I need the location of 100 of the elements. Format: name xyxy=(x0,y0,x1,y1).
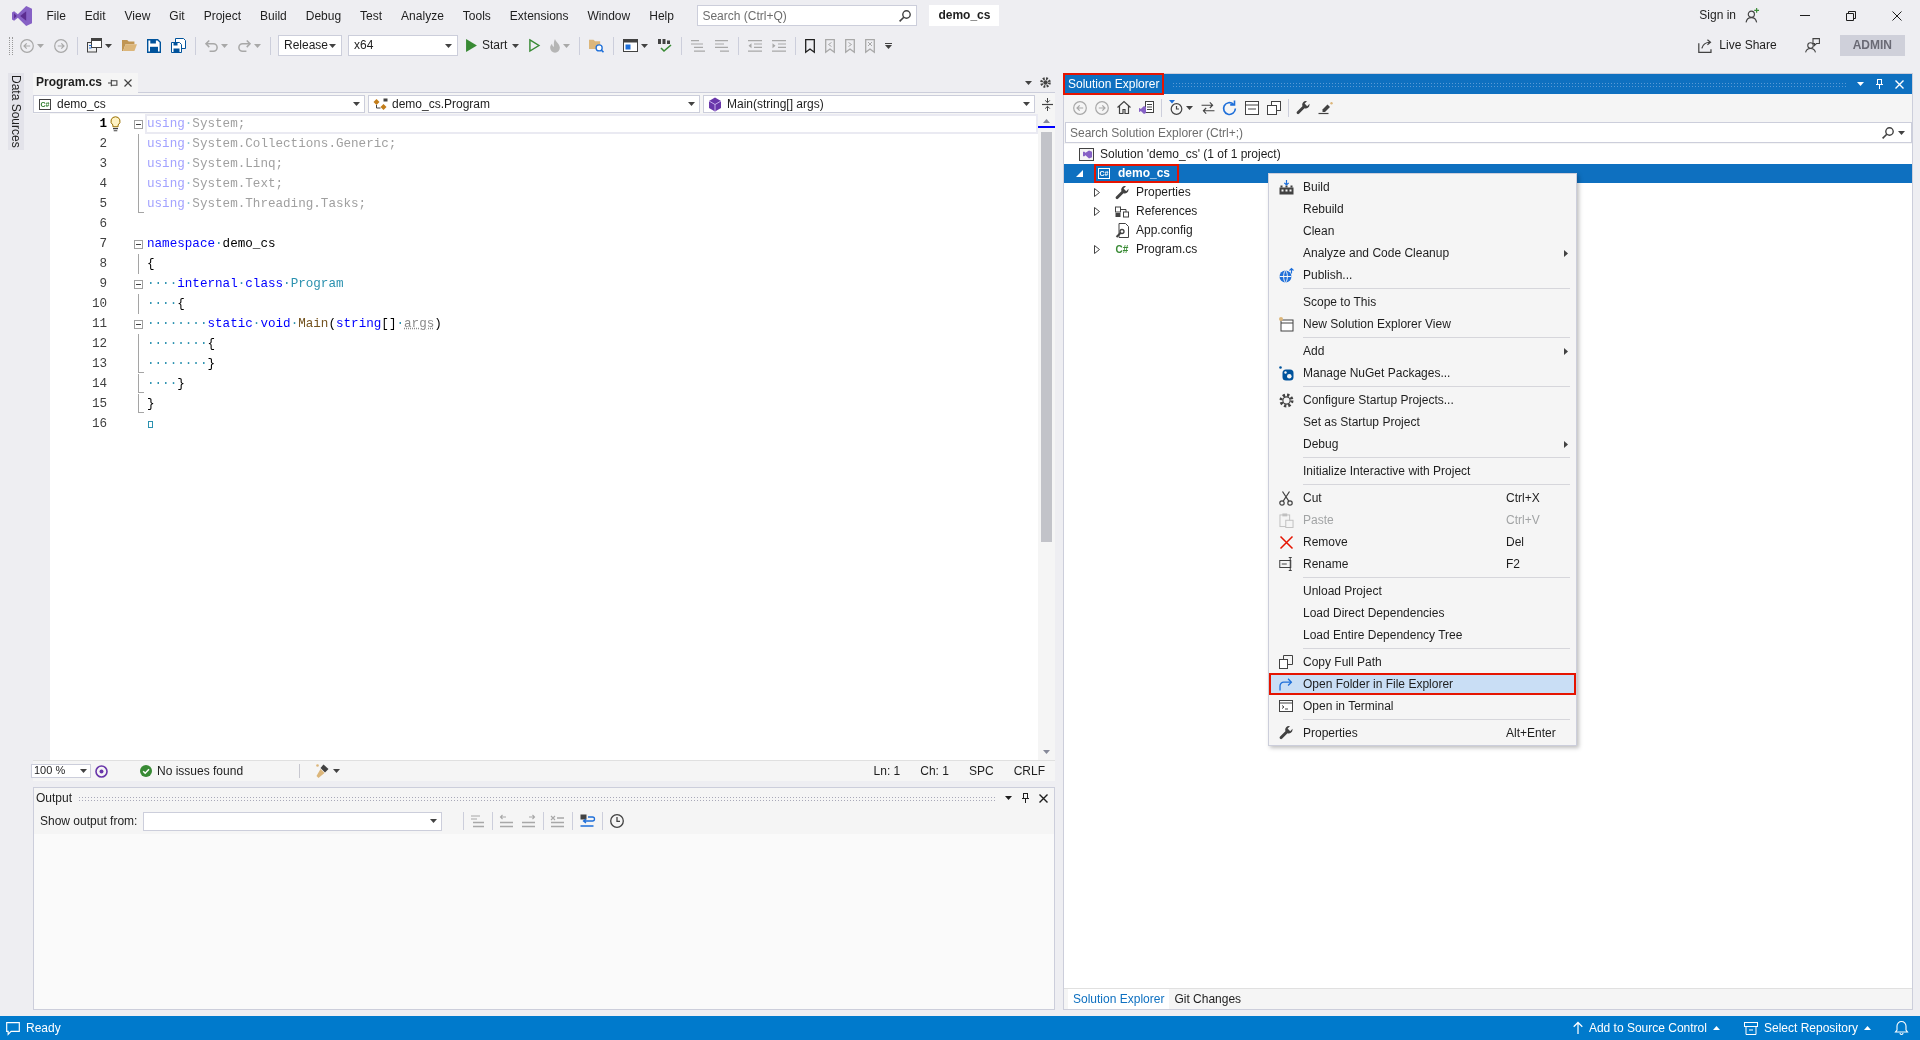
collapsed-arrow-icon[interactable] xyxy=(1094,188,1100,197)
menu-item[interactable]: Analyze and Code Cleanup xyxy=(1269,242,1576,264)
document-icon xyxy=(1115,223,1129,238)
member-dropdown[interactable]: Main(string[] args) xyxy=(703,95,1035,113)
menu-item[interactable]: Load Entire Dependency Tree xyxy=(1269,624,1576,646)
menu-item[interactable]: Rename F2 xyxy=(1269,553,1576,575)
menu-item[interactable]: Properties Alt+Enter xyxy=(1269,722,1576,744)
menu-item[interactable]: Configure Startup Projects... xyxy=(1269,389,1576,411)
menu-item[interactable]: Add xyxy=(1269,340,1576,362)
menu-item[interactable]: Project xyxy=(194,5,251,26)
tree-item[interactable]: References xyxy=(1112,202,1202,221)
platform-dropdown[interactable]: x64 xyxy=(348,35,458,56)
caret-icon xyxy=(1005,796,1012,800)
menu-item[interactable]: Extensions xyxy=(500,5,579,26)
solution-name: demo_cs xyxy=(929,5,1000,26)
menu-item[interactable]: Publish... xyxy=(1269,264,1576,286)
class-dropdown[interactable]: demo_cs.Program xyxy=(368,95,700,113)
menu-item[interactable]: Manage NuGet Packages... xyxy=(1269,362,1576,384)
menu-item[interactable]: Git xyxy=(159,5,195,26)
menu-item[interactable]: Initialize Interactive with Project xyxy=(1269,460,1576,482)
panel-tab[interactable]: Git Changes xyxy=(1169,989,1247,1009)
collapse-box-icon[interactable] xyxy=(133,319,143,329)
up-arrow-icon xyxy=(1572,1022,1583,1034)
minus-box-icon xyxy=(1245,100,1259,115)
menu-item[interactable]: Clean xyxy=(1269,220,1576,242)
menu-item[interactable]: Open in Terminal xyxy=(1269,695,1576,717)
caret-icon xyxy=(1186,105,1193,110)
column-indicator[interactable]: Ch: 1 xyxy=(920,763,949,779)
pin-icon[interactable] xyxy=(108,78,119,87)
menu-item[interactable]: Remove Del xyxy=(1269,531,1576,553)
caret-icon xyxy=(1025,80,1032,85)
caret-icon xyxy=(512,43,520,48)
menu-item[interactable]: Tools xyxy=(453,5,501,26)
menu-item[interactable]: Cut Ctrl+X xyxy=(1269,487,1576,509)
collapse-box-icon[interactable] xyxy=(133,279,143,289)
side-tab[interactable]: Data Sources xyxy=(8,73,24,150)
caret-icon xyxy=(1023,102,1030,106)
menu-item[interactable]: Set as Startup Project xyxy=(1269,411,1576,433)
new-window-icon xyxy=(1278,316,1294,332)
menu-item[interactable]: Load Direct Dependencies xyxy=(1269,602,1576,624)
configuration-dropdown[interactable]: Release xyxy=(278,35,342,56)
collapsed-arrow-icon[interactable] xyxy=(1094,207,1100,216)
zoom-dropdown[interactable]: 100 % xyxy=(31,764,91,778)
line-number: 7 xyxy=(98,236,107,253)
menu-item[interactable]: Debug xyxy=(296,5,351,26)
tree-item[interactable]: C# Program.cs xyxy=(1112,240,1202,259)
search-field[interactable]: Search Solution Explorer (Ctrl+;) xyxy=(1065,122,1912,143)
tree-item[interactable]: Solution 'demo_cs' (1 of 1 project) xyxy=(1076,145,1285,164)
menu-item[interactable]: File xyxy=(37,5,76,26)
caret-icon xyxy=(430,819,438,823)
caret-icon xyxy=(333,769,341,773)
caret-icon xyxy=(37,43,44,48)
document-tab[interactable]: Program.cs xyxy=(33,72,139,93)
vertical-scrollbar[interactable] xyxy=(1038,114,1055,760)
line-number: 1 xyxy=(98,116,107,133)
caret-up-icon xyxy=(1864,1026,1871,1030)
caret-icon xyxy=(1857,82,1864,86)
menu-item[interactable]: Build xyxy=(1269,176,1576,198)
lightbulb-icon[interactable] xyxy=(110,116,121,132)
issues-indicator[interactable]: No issues found xyxy=(140,763,244,779)
close-icon[interactable] xyxy=(124,78,133,87)
repository-button[interactable]: Select Repository xyxy=(1743,1020,1871,1036)
sign-in-button[interactable]: Sign in xyxy=(1699,8,1760,23)
menu-item[interactable]: New Solution Explorer View xyxy=(1269,313,1576,335)
menu-item[interactable]: Scope to This xyxy=(1269,291,1576,313)
whitespace-indicator[interactable]: SPC xyxy=(968,763,994,779)
menu-item[interactable]: Test xyxy=(350,5,392,26)
expanded-arrow-icon[interactable] xyxy=(1075,170,1083,177)
person-add-icon xyxy=(1745,8,1760,23)
start-button[interactable]: Start xyxy=(461,34,525,57)
pen-icon xyxy=(1318,101,1333,114)
menu-item[interactable]: View xyxy=(115,5,160,26)
menu-item[interactable]: Build xyxy=(250,5,297,26)
line-number: 12 xyxy=(90,336,107,353)
search-field[interactable]: Search (Ctrl+Q) xyxy=(697,5,918,26)
refresh-icon xyxy=(1223,100,1237,115)
forward-icon xyxy=(54,38,68,53)
live-share-button[interactable]: Live Share xyxy=(1694,38,1781,53)
collapse-box-icon[interactable] xyxy=(133,119,143,129)
line-indicator[interactable]: Ln: 1 xyxy=(873,763,901,779)
menu-item[interactable]: Rebuild xyxy=(1269,198,1576,220)
menu-item[interactable]: Copy Full Path xyxy=(1269,651,1576,673)
menu-item[interactable]: Window xyxy=(578,5,640,26)
minimize-icon xyxy=(1800,15,1810,16)
stacked-windows-icon xyxy=(87,38,102,53)
line-ending-indicator[interactable]: CRLF xyxy=(1013,763,1045,779)
menu-item[interactable]: Open Folder in File Explorer xyxy=(1269,673,1576,695)
menu-item[interactable]: Unload Project xyxy=(1269,580,1576,602)
menu-item[interactable]: Help xyxy=(639,5,684,26)
tree-item[interactable]: Properties xyxy=(1112,183,1195,202)
collapse-box-icon[interactable] xyxy=(133,239,143,249)
notifications-button[interactable] xyxy=(1895,1021,1908,1035)
source-control-button[interactable]: Add to Source Control xyxy=(1572,1020,1720,1036)
ready-status[interactable]: Ready xyxy=(6,1020,61,1036)
menu-item[interactable]: Analyze xyxy=(391,5,454,26)
menu-item[interactable]: Debug xyxy=(1269,433,1576,455)
panel-tab[interactable]: Solution Explorer xyxy=(1068,989,1170,1009)
menu-item[interactable]: Edit xyxy=(75,5,116,26)
tree-item[interactable]: App.config xyxy=(1112,221,1197,240)
collapsed-arrow-icon[interactable] xyxy=(1094,245,1100,254)
